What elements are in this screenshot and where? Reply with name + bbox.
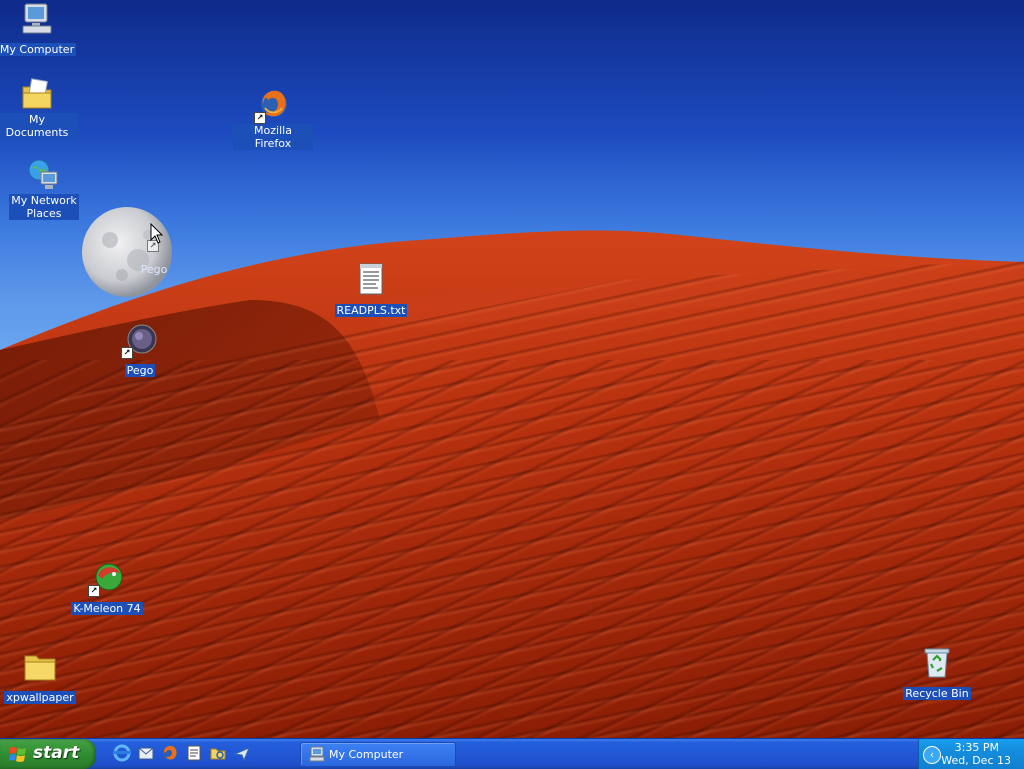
desktop-icon-pego[interactable]: ↗ Pego [100, 323, 180, 378]
taskbar-button-my-computer[interactable]: My Computer [300, 742, 456, 767]
desktop-icon-label: My Documents [0, 113, 77, 139]
desktop-icon-label: Recycle Bin [903, 687, 971, 700]
windows-logo-icon [9, 747, 26, 762]
ie-icon[interactable] [112, 743, 132, 763]
text-file-icon [354, 263, 388, 297]
start-button[interactable]: start [0, 739, 96, 769]
my-computer-icon [20, 2, 54, 36]
network-places-icon [27, 158, 61, 192]
recycle-bin-icon [920, 646, 954, 680]
desktop-icon-label: K-Meleon 74 [71, 602, 143, 615]
desktop-icon-my-network-places[interactable]: My Network Places [4, 158, 84, 221]
taskbar: start My Computer ‹ 3:35 PM Wed, Dec 13 [0, 738, 1024, 769]
desktop-icon-recycle-bin[interactable]: Recycle Bin [897, 646, 977, 701]
firefox-icon[interactable] [160, 743, 180, 763]
my-documents-icon [20, 77, 54, 111]
desktop-icon-label: READPLS.txt [334, 304, 408, 317]
taskbar-button-label: My Computer [329, 748, 404, 761]
firefox-icon: ↗ [254, 88, 290, 124]
desktop-icon-k-meleon-74[interactable]: ↗ K-Meleon 74 [67, 561, 147, 616]
shortcut-arrow-icon: ↗ [121, 347, 133, 359]
notepad-icon[interactable] [184, 743, 204, 763]
desktop-icon-xpwallpaper[interactable]: xpwallpaper [0, 650, 80, 705]
quick-launch-bar [112, 743, 252, 765]
desktop-icon-label: Mozilla Firefox [233, 124, 313, 150]
desktop-icon-mozilla-firefox[interactable]: ↗ Mozilla Firefox [233, 88, 313, 151]
pego-icon: ↗ [121, 323, 157, 359]
folder-icon [23, 650, 57, 684]
start-label: start [33, 743, 80, 763]
clock-time[interactable]: 3:35 PM [919, 741, 999, 754]
desktop-icon-label: Pego [124, 364, 156, 377]
plane-icon[interactable] [232, 743, 252, 763]
mouse-cursor-icon [150, 223, 164, 244]
explorer-icon[interactable] [208, 743, 228, 763]
desktop-icon-readpls-txt[interactable]: READPLS.txt [331, 263, 411, 318]
desktop[interactable]: My Computer My Documents My Network Plac… [0, 0, 1024, 738]
desktop-icon-label: Pego [140, 263, 168, 276]
kmeleon-icon: ↗ [88, 561, 124, 597]
desktop-icon-label: My Network Places [9, 194, 79, 220]
shortcut-arrow-icon: ↗ [88, 585, 100, 597]
my-computer-icon [309, 746, 325, 762]
outlook-icon[interactable] [136, 743, 156, 763]
desktop-icon-my-documents[interactable]: My Documents [0, 77, 77, 140]
dune-ripples-lower [0, 360, 1024, 738]
desktop-icon-my-computer[interactable]: My Computer [0, 2, 77, 57]
desktop-icon-label: My Computer [0, 43, 77, 56]
clock-date[interactable]: Wed, Dec 13 [931, 754, 1011, 767]
shortcut-arrow-icon: ↗ [254, 112, 266, 124]
desktop-icon-label: xpwallpaper [4, 691, 76, 704]
system-tray: ‹ 3:35 PM Wed, Dec 13 [918, 739, 1024, 769]
